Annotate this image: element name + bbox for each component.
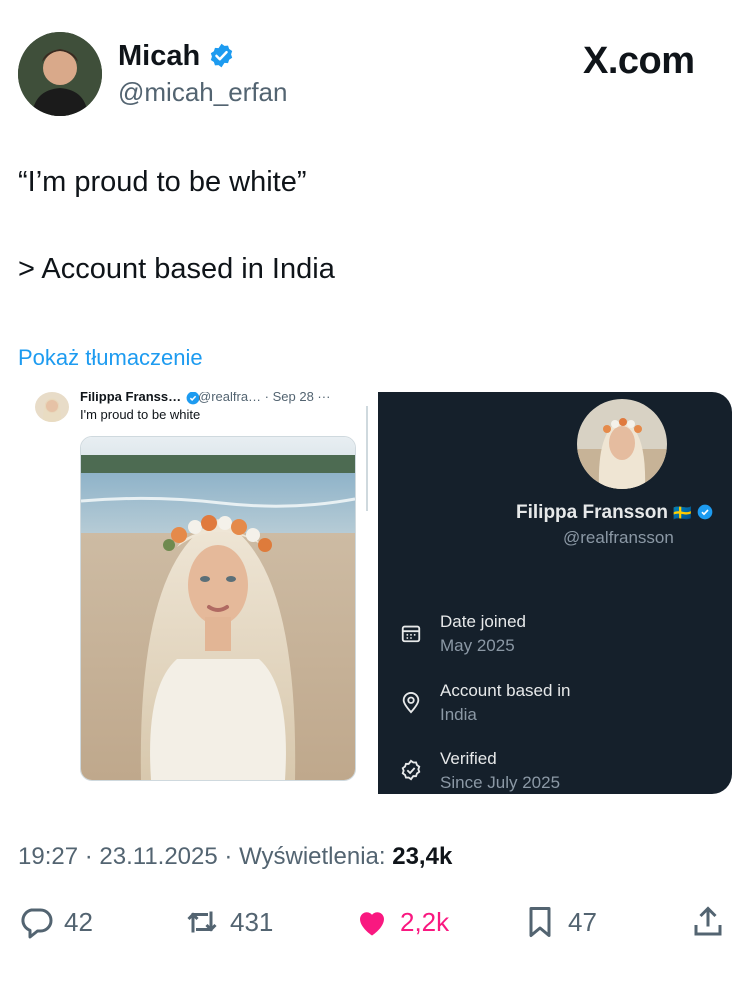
tweet-text-line-2: > Account based in India — [18, 253, 335, 285]
verified-value: Since July 2025 — [440, 773, 561, 792]
embedded-author-name: Filippa Franss… — [80, 392, 182, 404]
calendar-icon — [401, 625, 421, 643]
account-based-value: India — [440, 705, 477, 724]
screenshot-edge — [366, 406, 368, 511]
author-handle[interactable]: @micah_erfan — [118, 77, 287, 108]
share-icon — [694, 906, 722, 936]
views-count: 23,4k — [392, 843, 453, 870]
account-based-label: Account based in — [440, 681, 571, 700]
reply-button[interactable]: 42 — [18, 902, 93, 942]
heart-filled-icon — [360, 912, 384, 936]
embedded-meta: @realfra… · Sep 28 ··· — [198, 392, 331, 404]
sweden-flag-icon: 🇸🇪 — [673, 505, 692, 522]
profile-name-text: Filippa Fransson — [516, 502, 669, 523]
like-count: 2,2k — [400, 906, 450, 937]
tweet-date[interactable]: 23.11.2025 — [99, 843, 217, 870]
reply-icon — [21, 908, 53, 939]
embedded-text: I'm proud to be white — [80, 407, 201, 422]
media-image-left[interactable]: Filippa Franss… @realfra… · Sep 28 ··· I… — [18, 392, 378, 794]
verified-badge-icon — [210, 43, 233, 68]
profile-avatar — [575, 397, 669, 491]
share-button[interactable] — [690, 902, 726, 942]
repost-icon — [187, 911, 217, 933]
tweet-text-line-1: “I’m proud to be white” — [18, 166, 307, 198]
author-avatar[interactable] — [18, 32, 102, 116]
author-name[interactable]: Micah — [118, 40, 200, 73]
profile-handle: @realfransson — [563, 528, 674, 547]
profile-verified-icon — [697, 504, 713, 520]
media-image-right[interactable]: Filippa Fransson 🇸🇪 @realfransson Date j… — [378, 392, 732, 794]
bookmark-count: 47 — [568, 906, 597, 937]
views-label: Wyświetlenia: — [239, 843, 386, 870]
date-joined-label: Date joined — [440, 612, 527, 631]
woman-photo — [80, 436, 356, 781]
x-logo: X.com — [583, 40, 695, 82]
repost-button[interactable]: 431 — [184, 902, 273, 942]
bookmark-icon — [529, 907, 551, 937]
tweet-timestamp[interactable]: 19:27 · 23.11.2025 · Wyświetlenia: 23,4k — [18, 843, 452, 871]
repost-count: 431 — [230, 906, 274, 937]
translate-link[interactable]: Pokaż tłumaczenie — [18, 345, 203, 371]
profile-name: Filippa Fransson 🇸🇪 — [516, 502, 713, 524]
embedded-avatar — [35, 392, 69, 422]
verified-badge-icon — [401, 759, 421, 781]
date-joined-value: May 2025 — [440, 636, 515, 655]
reply-count: 42 — [64, 906, 93, 937]
like-button[interactable]: 2,2k — [354, 902, 449, 942]
verified-label: Verified — [440, 749, 497, 768]
location-pin-icon — [402, 692, 420, 714]
tweet-time[interactable]: 19:27 — [18, 843, 78, 870]
bookmark-button[interactable]: 47 — [522, 902, 597, 942]
